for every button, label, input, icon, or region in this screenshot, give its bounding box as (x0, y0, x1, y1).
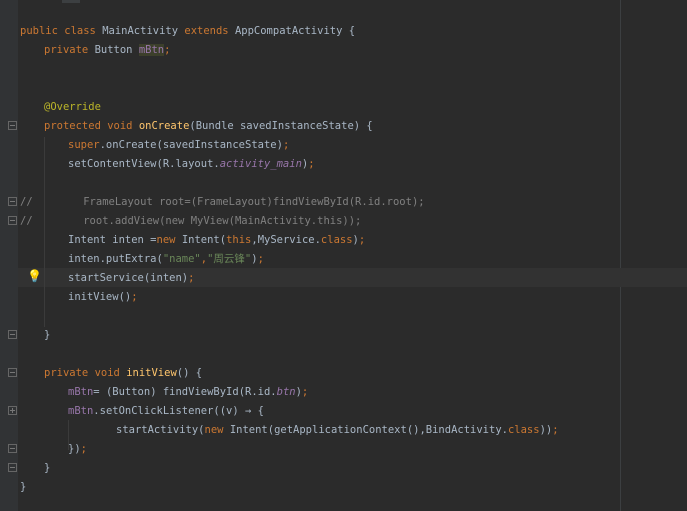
editor-gutter[interactable] (0, 0, 18, 511)
code-line[interactable]: mBtn.setOnClickListener((v) → { (68, 402, 264, 421)
code-token: } (20, 481, 27, 493)
code-line[interactable]: private void initView() { (44, 364, 202, 383)
code-token: AppCompatActivity { (234, 25, 356, 37)
code-token: extends (184, 25, 235, 37)
code-token: ; (164, 44, 171, 56)
code-token: new (204, 424, 230, 436)
code-line[interactable]: // root.addView(new MyView(MainActivity.… (20, 212, 361, 231)
code-line[interactable]: } (44, 326, 50, 345)
code-token: Intent inten = (68, 234, 157, 246)
code-token: initView (126, 367, 177, 379)
code-token: super (68, 139, 100, 151)
code-token: @Override (44, 101, 101, 113)
code-line[interactable]: super.onCreate(savedInstanceState); (68, 136, 289, 155)
code-line[interactable]: }); (68, 440, 87, 459)
code-line[interactable]: inten.putExtra("name","周云锋"); (68, 250, 264, 269)
code-token: startService(inten) (68, 272, 189, 284)
code-token: public class (20, 25, 103, 37)
code-token: class (507, 424, 540, 436)
fold-method-end-icon[interactable] (8, 463, 17, 472)
code-line[interactable]: initView(); (68, 288, 138, 307)
code-token: mBtn (68, 386, 94, 398)
code-token: mBtn (68, 405, 94, 417)
code-token: "name" (162, 253, 201, 265)
code-line[interactable]: @Override (44, 98, 101, 117)
indent-guide (44, 137, 45, 327)
code-token: // (20, 215, 33, 227)
code-token: ; (552, 424, 559, 436)
code-line[interactable]: startService(inten); (68, 269, 194, 288)
code-token: class (320, 234, 353, 246)
code-token: ; (131, 291, 138, 303)
code-token: } (44, 329, 51, 341)
code-line[interactable]: private Button mBtn; (44, 41, 170, 60)
code-line[interactable]: mBtn= (Button) findViewById(R.id.btn); (68, 383, 308, 402)
code-token: = (Button) findViewById(R.id. (93, 386, 277, 398)
code-token: btn (276, 386, 296, 398)
code-token: new (156, 234, 182, 246)
fold-end-icon[interactable] (8, 330, 17, 339)
code-line[interactable]: public class MainActivity extends AppCom… (20, 22, 355, 41)
code-token: .onCreate(savedInstanceState) (99, 139, 283, 151)
code-token: MainActivity (102, 25, 185, 37)
code-token: protected void (44, 120, 139, 132)
code-token: ; (308, 158, 315, 170)
code-token: // (20, 196, 33, 208)
code-token: activity_main (219, 158, 302, 170)
code-token: ,MyService. (251, 234, 321, 246)
code-token: this (226, 234, 252, 246)
code-token: ; (358, 234, 366, 246)
code-token: }) (68, 443, 81, 455)
code-token: private void (44, 367, 127, 379)
code-line[interactable]: setContentView(R.layout.activity_main); (68, 155, 315, 174)
code-token: .setOnClickListener((v) → { (93, 405, 264, 417)
code-token: "周云锋" (207, 253, 252, 265)
fold-comment-icon[interactable] (8, 216, 17, 225)
code-token: )) (539, 424, 553, 436)
code-token: setContentView(R.layout. (68, 158, 220, 170)
code-line[interactable]: startActivity(new Intent(getApplicationC… (116, 421, 559, 440)
code-token: Button (94, 44, 139, 56)
code-token: initView() (68, 291, 132, 303)
fold-comment-icon[interactable] (8, 197, 17, 206)
code-token: Intent( (181, 234, 227, 246)
code-token: inten.putExtra( (68, 253, 163, 265)
fold-onCreate-icon[interactable] (8, 121, 17, 130)
code-token: onCreate (138, 120, 190, 132)
right-margin-guide (620, 0, 621, 511)
fold-initView-icon[interactable] (8, 368, 17, 377)
scroll-fragment (62, 0, 80, 3)
fold-lambda-icon[interactable] (8, 406, 17, 415)
lightbulb-icon[interactable]: 💡 (27, 268, 42, 284)
code-token: (Bundle savedInstanceState) { (189, 120, 373, 132)
code-token: startActivity( (116, 424, 205, 436)
code-line[interactable]: } (44, 459, 50, 478)
code-token: private (44, 44, 95, 56)
code-token: root.addView(new MyView(MainActivity.thi… (32, 215, 362, 227)
fold-lambda-end-icon[interactable] (8, 444, 17, 453)
code-token: } (44, 462, 51, 474)
code-line[interactable]: // FrameLayout root=(FrameLayout)findVie… (20, 193, 425, 212)
code-token: FrameLayout root=(FrameLayout)findViewBy… (32, 196, 425, 208)
code-token: ; (80, 443, 87, 455)
code-token: ; (282, 139, 290, 151)
code-token: ; (301, 386, 309, 398)
code-token: mBtn (138, 44, 165, 56)
code-token: () { (176, 367, 203, 379)
code-line[interactable]: protected void onCreate(Bundle savedInst… (44, 117, 373, 136)
code-token: ; (257, 253, 264, 265)
code-line[interactable]: } (20, 478, 26, 497)
code-token: ; (188, 272, 195, 284)
code-token: Intent(getApplicationContext(),BindActiv… (229, 424, 508, 436)
code-line[interactable]: Intent inten =new Intent(this,MyService.… (68, 231, 365, 250)
